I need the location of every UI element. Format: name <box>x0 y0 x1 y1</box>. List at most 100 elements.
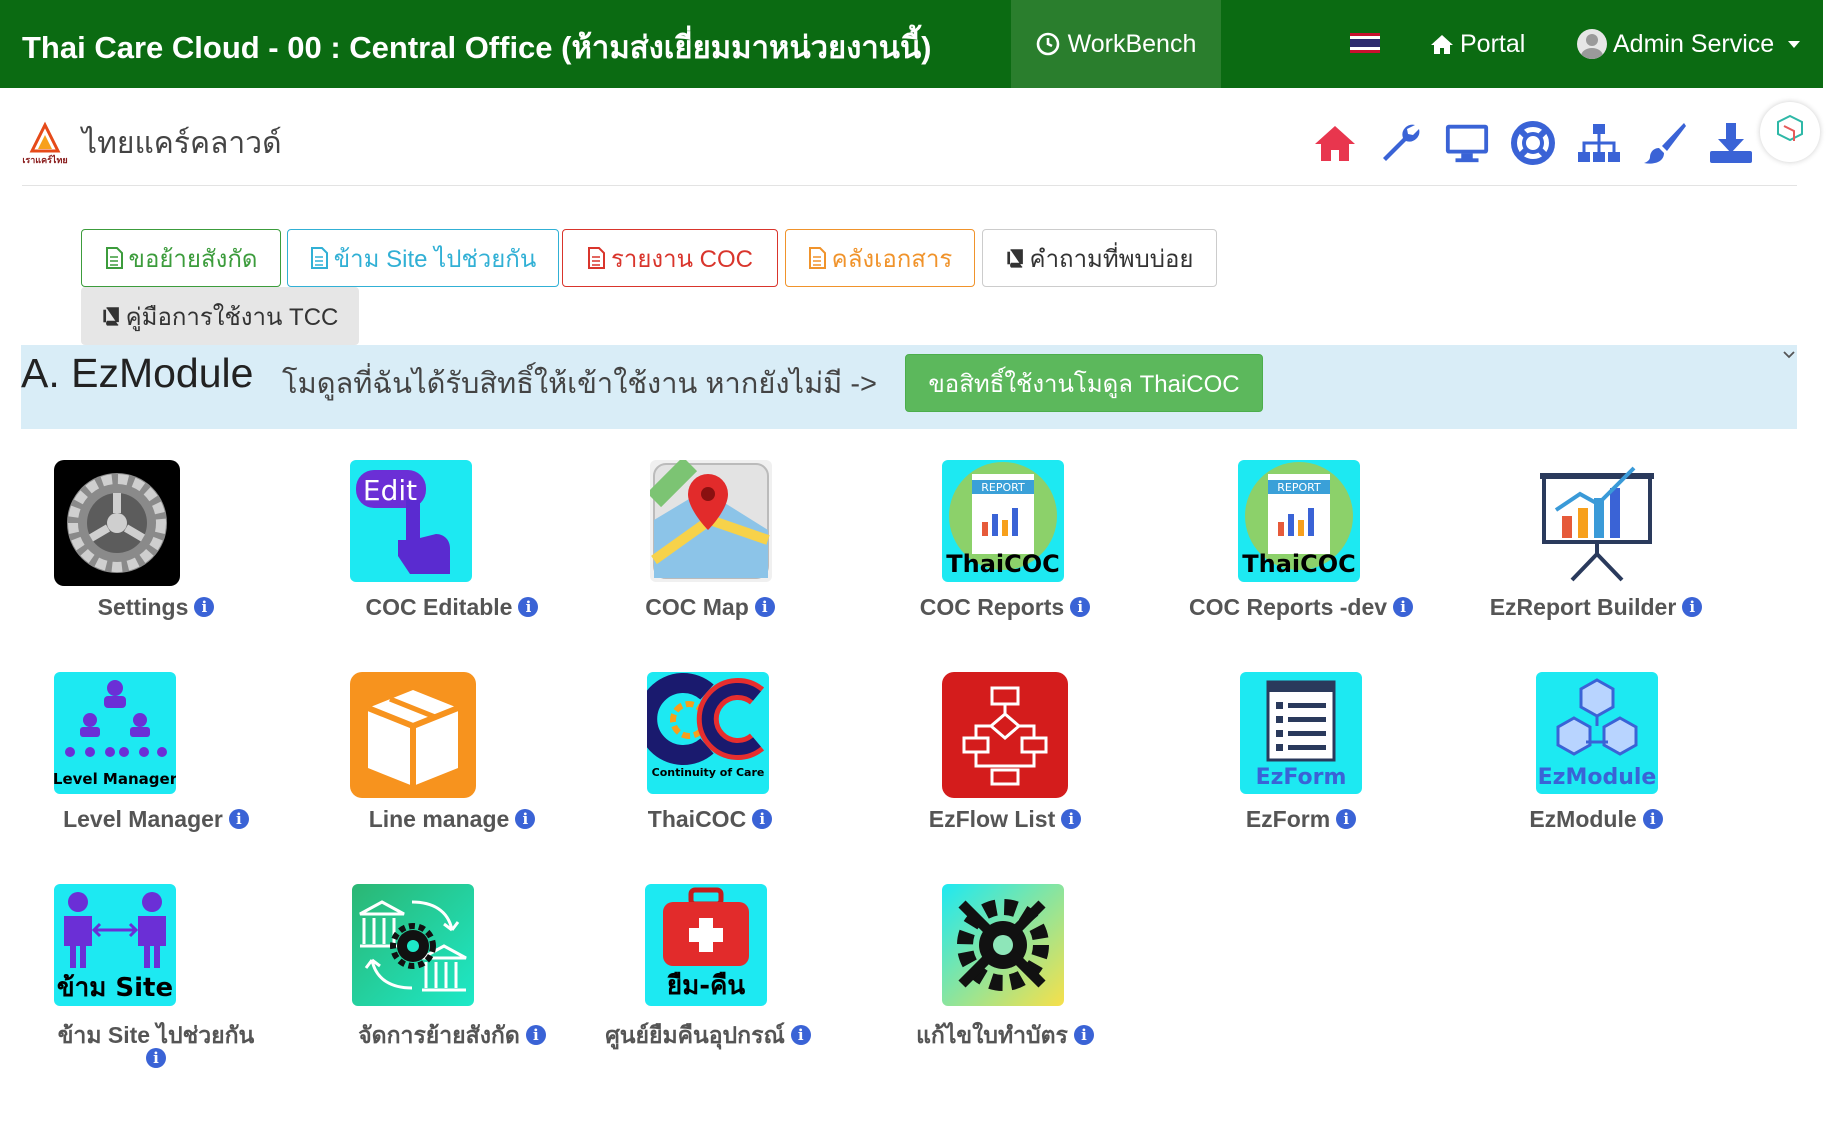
module-tile-level-manager[interactable]: Level Manager Level Manager i <box>36 672 276 872</box>
module-tile-coc-editable[interactable]: Edit COC Editable i <box>332 460 572 660</box>
user-menu[interactable]: Admin Service <box>1577 0 1801 88</box>
info-icon[interactable]: i <box>1061 809 1082 829</box>
module-tile-cross-site[interactable]: ข้าม Site ข้าม Site ไปช่วยกัน i <box>36 884 276 1084</box>
module-tile-edit-card[interactable]: แก้ไขใบทำบัตร i <box>885 884 1125 1084</box>
home-icon <box>1431 35 1453 54</box>
module-tile-settings[interactable]: Settings i <box>36 460 276 660</box>
tile-image-text: Level Manager <box>54 770 176 788</box>
download-icon[interactable] <box>1708 120 1754 166</box>
info-icon[interactable]: i <box>518 597 539 617</box>
file-icon <box>310 247 328 269</box>
box-icon[interactable] <box>350 672 476 798</box>
module-tile-ezform[interactable]: EzForm EzForm i <box>1181 672 1421 872</box>
tile-label: Level Manager <box>63 806 223 832</box>
workbench-link[interactable]: WorkBench <box>1011 0 1221 88</box>
info-icon[interactable]: i <box>790 1025 811 1045</box>
module-title: A. EzModule <box>21 350 254 396</box>
home-icon[interactable] <box>1312 120 1358 166</box>
coc-report-label: รายงาน COC <box>610 245 754 273</box>
edit-hand-icon[interactable]: Edit <box>350 460 472 582</box>
paint-brush-icon[interactable] <box>1642 120 1688 166</box>
presentation-chart-icon[interactable] <box>1536 460 1658 582</box>
tile-image-subtext: REPORT <box>1277 481 1321 494</box>
file-icon <box>808 247 826 269</box>
divider <box>22 185 1797 186</box>
info-icon[interactable]: i <box>525 1025 546 1045</box>
tile-label: COC Editable <box>365 594 513 620</box>
info-icon[interactable]: i <box>1070 597 1091 617</box>
module-tile-thaicoc[interactable]: Continuity of Care ThaiCOC i <box>590 672 830 872</box>
chevron-down-icon[interactable] <box>1782 348 1796 362</box>
form-icon[interactable]: EzForm <box>1240 672 1362 794</box>
sitemap-icon[interactable] <box>1576 120 1622 166</box>
request-transfer-label: ขอย้ายสังกัด <box>128 245 258 273</box>
coc-logo-icon[interactable]: Continuity of Care <box>647 672 769 794</box>
coc-report-button[interactable]: รายงาน COC <box>562 229 778 287</box>
info-icon[interactable]: i <box>752 809 773 829</box>
cross-site-button[interactable]: ข้าม Site ไปช่วยกัน <box>287 229 559 287</box>
gear-tools-icon[interactable] <box>942 884 1064 1006</box>
info-icon[interactable]: i <box>1336 809 1357 829</box>
life-ring-icon[interactable] <box>1510 120 1556 166</box>
cross-site-label: ข้าม Site ไปช่วยกัน <box>333 245 537 273</box>
portal-link[interactable]: Portal <box>1430 0 1525 88</box>
module-tile-coc-reports[interactable]: REPORT ThaiCOC COC Reports i <box>885 460 1125 660</box>
sub-header: เราแคร์ไทย ไทยแคร์คลาวด์ <box>22 120 282 167</box>
map-pin-icon[interactable] <box>650 460 772 582</box>
medkit-icon[interactable]: ยืม-คืน <box>645 884 767 1006</box>
info-icon[interactable]: i <box>1393 597 1414 617</box>
thai-flag-icon[interactable] <box>1350 33 1380 53</box>
document-library-button[interactable]: คลังเอกสาร <box>785 229 975 287</box>
info-icon[interactable]: i <box>228 809 249 829</box>
book-icon <box>102 307 119 326</box>
workbench-label: WorkBench <box>1067 29 1197 58</box>
app-title[interactable]: Thai Care Cloud - 00 : Central Office (ห… <box>22 22 931 72</box>
top-navbar: Thai Care Cloud - 00 : Central Office (ห… <box>0 0 1823 88</box>
info-icon[interactable]: i <box>754 597 775 617</box>
cubes-badge-icon[interactable] <box>1760 102 1820 162</box>
cubes-icon[interactable]: EzModule <box>1536 672 1658 794</box>
report-chart-icon[interactable]: REPORT ThaiCOC <box>942 460 1064 582</box>
module-tile-transfer-management[interactable]: จัดการย้ายสังกัด i <box>332 884 572 1084</box>
module-description: โมดูลที่ฉันได้รับสิทธิ์ให้เข้าใช้งาน หาก… <box>282 368 877 400</box>
people-exchange-icon[interactable]: ข้าม Site <box>54 884 176 1006</box>
bank-transfer-icon[interactable] <box>352 884 474 1006</box>
module-tile-ezflow-list[interactable]: EzFlow List i <box>885 672 1125 872</box>
request-module-access-button[interactable]: ขอสิทธิ์ใช้งานโมดูล ThaiCOC <box>905 354 1263 412</box>
monitor-icon[interactable] <box>1444 120 1490 166</box>
info-icon[interactable]: i <box>1682 597 1703 617</box>
caret-down-icon <box>1788 40 1801 48</box>
info-icon[interactable]: i <box>146 1048 166 1068</box>
module-tile-line-manage[interactable]: Line manage i <box>332 672 572 872</box>
org-chart-icon[interactable]: Level Manager <box>54 672 176 794</box>
info-icon[interactable]: i <box>1642 809 1663 829</box>
faq-button[interactable]: คำถามที่พบบ่อย <box>982 229 1217 287</box>
faq-label: คำถามที่พบบ่อย <box>1029 245 1194 273</box>
module-tile-ezmodule[interactable]: EzModule EzModule i <box>1476 672 1716 872</box>
module-tile-ezreport-builder[interactable]: EzReport Builder i <box>1476 460 1716 660</box>
module-tile-coc-map[interactable]: COC Map i <box>590 460 830 660</box>
tcc-manual-label: คู่มือการใช้งาน TCC <box>125 303 339 331</box>
tcc-manual-button[interactable]: คู่มือการใช้งาน TCC <box>81 287 359 345</box>
file-icon <box>587 247 605 269</box>
module-tile-equipment-lending[interactable]: ยืม-คืน ศูนย์ยืมคืนอุปกรณ์ i <box>605 884 852 1084</box>
logo-icon: เราแคร์ไทย <box>22 121 68 167</box>
info-icon[interactable]: i <box>1073 1025 1094 1045</box>
info-icon[interactable]: i <box>194 597 215 617</box>
tile-label: COC Reports <box>919 594 1065 620</box>
tile-image-text: ยืม-คืน <box>667 971 746 1001</box>
tile-label: Line manage <box>368 806 510 832</box>
settings-gear-icon[interactable] <box>54 460 180 586</box>
request-transfer-button[interactable]: ขอย้ายสังกัด <box>81 229 281 287</box>
toolbar <box>1312 120 1820 166</box>
book-icon <box>1006 249 1023 268</box>
wrench-icon[interactable] <box>1378 120 1424 166</box>
tile-image-text: Continuity of Care <box>652 766 765 779</box>
module-tile-coc-reports-dev[interactable]: REPORT ThaiCOC COC Reports -dev i <box>1181 460 1421 660</box>
report-chart-icon[interactable]: REPORT ThaiCOC <box>1238 460 1360 582</box>
page-title: ไทยแคร์คลาวด์ <box>82 127 282 160</box>
tile-image-subtext: REPORT <box>981 481 1025 494</box>
tile-image-text: ข้าม Site <box>57 973 173 1003</box>
flowchart-icon[interactable] <box>942 672 1068 798</box>
info-icon[interactable]: i <box>515 809 536 829</box>
